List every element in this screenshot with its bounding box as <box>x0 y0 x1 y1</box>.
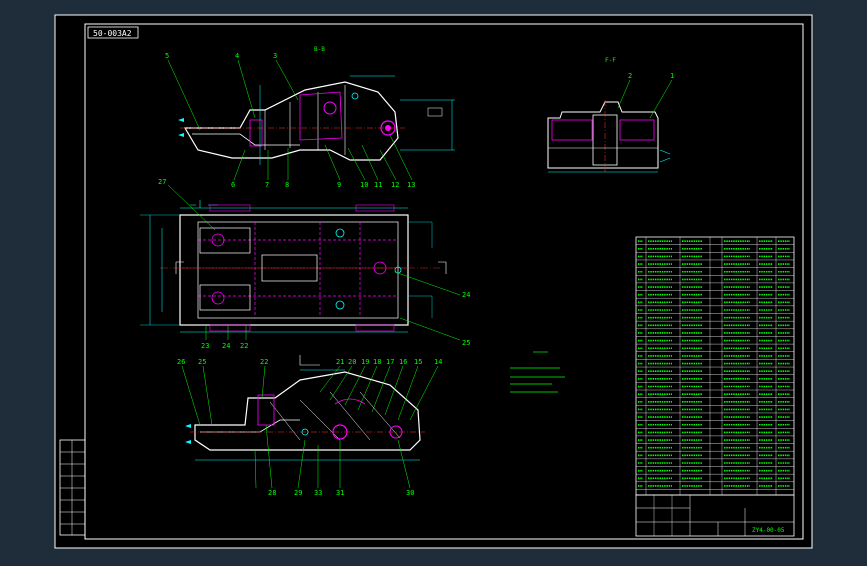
callout-3: 3 <box>273 52 277 60</box>
callout-9: 9 <box>337 181 341 189</box>
callout-24-left: 24 <box>222 342 230 350</box>
callout-27: 27 <box>158 178 166 186</box>
callout-ff-2: 2 <box>628 72 632 80</box>
callout-21: 21 <box>336 358 344 366</box>
callout-20: 20 <box>348 358 356 366</box>
callout-8: 8 <box>285 181 289 189</box>
callout-15: 15 <box>414 358 422 366</box>
cad-viewport: 50-003A2 B-B 5 4 3 6 7 8 9 10 11 12 13 F… <box>0 0 867 562</box>
drawing-sheet: 50-003A2 B-B 5 4 3 6 7 8 9 10 11 12 13 F… <box>54 14 813 549</box>
callout-19: 19 <box>361 358 369 366</box>
callout-29: 29 <box>294 489 302 497</box>
callout-ff-1: 1 <box>670 72 674 80</box>
callout-17: 17 <box>386 358 394 366</box>
callout-11: 11 <box>374 181 382 189</box>
callout-30: 30 <box>406 489 414 497</box>
callout-24-right: 24 <box>462 291 470 299</box>
paper-background <box>54 14 813 549</box>
callout-25-right: 25 <box>462 339 470 347</box>
code-box-text: 50-003A2 <box>93 29 132 38</box>
section-label-ff: F-F <box>605 57 616 64</box>
callout-23: 23 <box>201 342 209 350</box>
callout-12: 12 <box>391 181 399 189</box>
callout-22-mid: 22 <box>240 342 248 350</box>
callout-31: 31 <box>336 489 344 497</box>
callout-5: 5 <box>165 52 169 60</box>
callout-14: 14 <box>434 358 442 366</box>
callout-22: 22 <box>260 358 268 366</box>
callout-7: 7 <box>265 181 269 189</box>
callout-26: 26 <box>177 358 185 366</box>
callout-6: 6 <box>231 181 235 189</box>
callout-33: 33 <box>314 489 322 497</box>
callout-25: 25 <box>198 358 206 366</box>
callout-13: 13 <box>407 181 415 189</box>
section-label-bb: B-B <box>314 46 325 53</box>
callout-16: 16 <box>399 358 407 366</box>
callout-18: 18 <box>373 358 381 366</box>
callout-28: 28 <box>268 489 276 497</box>
drawing-number: ZY4-00-05 <box>752 527 785 534</box>
callout-10: 10 <box>360 181 368 189</box>
callout-4: 4 <box>235 52 239 60</box>
